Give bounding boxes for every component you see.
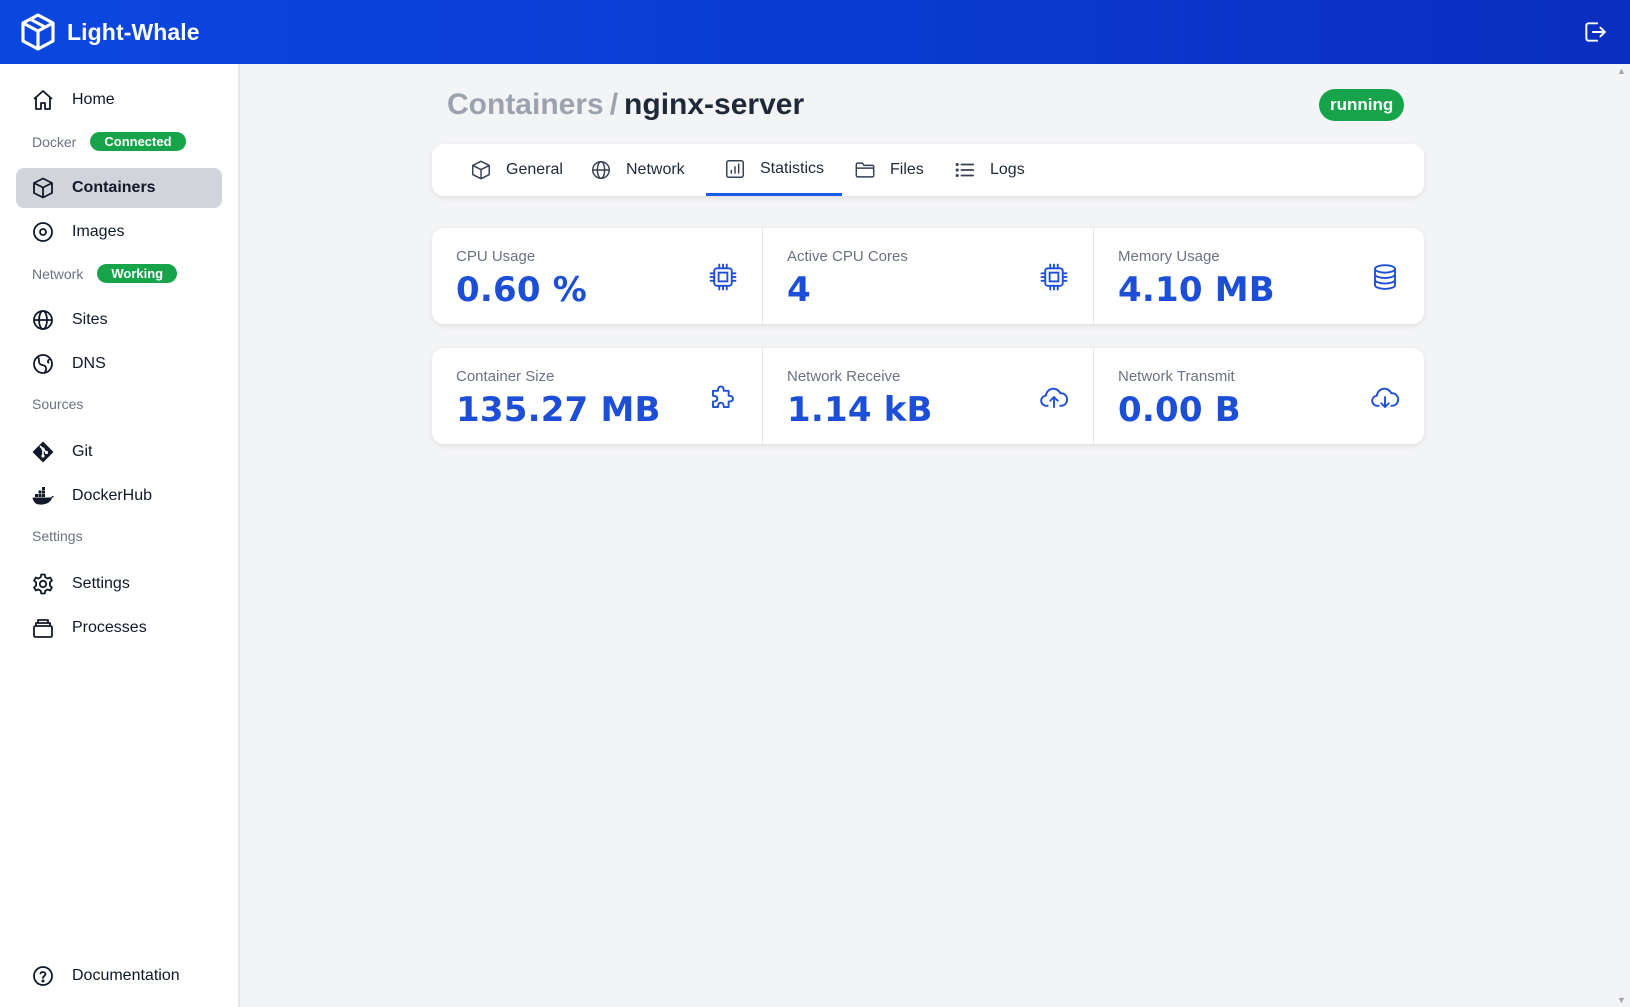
sidebar-item-images[interactable]: Images <box>16 212 222 252</box>
tab-label: Statistics <box>760 159 825 177</box>
section-label: Network <box>32 265 84 282</box>
folder-icon <box>854 159 876 181</box>
sidebar-item-label: Home <box>72 91 115 108</box>
tab-label: General <box>506 161 563 178</box>
settings-section-header: Settings <box>32 528 83 544</box>
stat-value: 4 <box>787 270 811 310</box>
gear-icon <box>31 572 55 596</box>
section-label: Docker <box>32 133 77 150</box>
stats-row: Container Size 135.27 MB Network Receive… <box>432 348 1424 444</box>
stat-value: 0.60 % <box>456 270 587 310</box>
stat-active-cpu-cores: Active CPU Cores 4 <box>763 228 1094 324</box>
home-icon <box>31 88 55 112</box>
sidebar-item-label: Containers <box>72 179 156 196</box>
whale-logo-icon <box>20 13 56 51</box>
cube-icon <box>31 176 55 200</box>
stat-label: Memory Usage <box>1118 248 1220 265</box>
sidebar-item-git[interactable]: Git <box>16 432 222 472</box>
logout-icon[interactable] <box>1582 19 1608 45</box>
breadcrumb-separator: / <box>609 88 619 121</box>
sidebar-item-containers[interactable]: Containers <box>16 168 222 208</box>
stat-value: 4.10 MB <box>1118 270 1275 310</box>
status-badge: running <box>1319 89 1405 121</box>
sidebar-item-home[interactable]: Home <box>16 80 222 120</box>
puzzle-icon <box>708 382 738 412</box>
sidebar-item-label: Settings <box>72 575 130 592</box>
stat-memory-usage: Memory Usage 4.10 MB <box>1094 228 1424 324</box>
stack-icon <box>31 616 55 640</box>
help-circle-icon <box>31 964 55 988</box>
git-icon <box>31 440 55 464</box>
app-name: Light-Whale <box>67 18 200 45</box>
sidebar-item-label: Documentation <box>72 967 180 984</box>
brand[interactable]: Light-Whale <box>20 13 200 51</box>
stat-container-size: Container Size 135.27 MB <box>432 348 763 444</box>
section-label: Sources <box>32 396 84 412</box>
tab-bar: General Network Statistics Files Logs <box>432 144 1424 196</box>
stat-label: Network Receive <box>787 368 901 385</box>
stat-label: CPU Usage <box>456 248 536 265</box>
tab-network[interactable]: Network <box>590 144 685 196</box>
docker-status-badge: Connected <box>90 132 186 151</box>
scroll-down-arrow-icon[interactable]: ▼ <box>1617 995 1626 1005</box>
sidebar-item-label: Processes <box>72 619 147 636</box>
main-content: Containers / nginx-server running General … <box>242 64 1612 1007</box>
sidebar-item-processes[interactable]: Processes <box>16 608 222 648</box>
stat-value: 135.27 MB <box>456 390 661 430</box>
tab-logs[interactable]: Logs <box>954 144 1025 196</box>
tab-statistics[interactable]: Statistics <box>706 144 843 196</box>
breadcrumb: Containers / nginx-server <box>447 88 804 122</box>
list-icon <box>954 159 976 181</box>
vertical-scrollbar[interactable]: ▲ ▼ <box>1612 64 1630 1007</box>
scroll-up-arrow-icon[interactable]: ▲ <box>1617 66 1626 76</box>
disc-icon <box>31 220 55 244</box>
stat-label: Container Size <box>456 368 555 385</box>
network-status-badge: Working <box>97 264 178 283</box>
sidebar-item-sites[interactable]: Sites <box>16 300 222 340</box>
cloud-download-icon <box>1370 382 1400 412</box>
sidebar-item-label: Git <box>72 443 93 460</box>
stat-label: Active CPU Cores <box>787 248 908 265</box>
stat-value: 0.00 B <box>1118 390 1241 430</box>
globe-network-icon <box>31 352 55 376</box>
breadcrumb-parent[interactable]: Containers <box>447 88 604 121</box>
page-title: nginx-server <box>624 88 805 121</box>
tab-files[interactable]: Files <box>854 144 924 196</box>
cube-icon <box>470 159 492 181</box>
stats-row: CPU Usage 0.60 % Active CPU Cores 4 Memo… <box>432 228 1424 324</box>
cpu-chip-icon <box>708 262 738 292</box>
tab-label: Logs <box>990 161 1025 178</box>
sidebar-item-dockerhub[interactable]: DockerHub <box>16 476 222 516</box>
stat-network-transmit: Network Transmit 0.00 B <box>1094 348 1424 444</box>
tab-label: Files <box>890 161 924 178</box>
sidebar-item-label: DockerHub <box>72 487 153 504</box>
tab-label: Network <box>626 161 685 178</box>
sources-section-header: Sources <box>32 396 83 412</box>
network-section-header: Network Working <box>32 264 178 283</box>
sidebar-item-dns[interactable]: DNS <box>16 344 222 384</box>
docker-section-header: Docker Connected <box>32 132 186 151</box>
stat-label: Network Transmit <box>1118 368 1235 385</box>
globe-icon <box>590 159 612 181</box>
cpu-chip-icon <box>1039 262 1069 292</box>
sidebar-item-documentation[interactable]: Documentation <box>16 956 222 996</box>
cloud-upload-icon <box>1039 382 1069 412</box>
sidebar-item-label: Sites <box>72 311 108 328</box>
stat-network-receive: Network Receive 1.14 kB <box>763 348 1094 444</box>
section-label: Settings <box>32 528 83 544</box>
chart-icon <box>724 158 746 180</box>
top-bar: Light-Whale <box>0 0 1630 64</box>
sidebar-item-settings[interactable]: Settings <box>16 564 222 604</box>
globe-icon <box>31 308 55 332</box>
sidebar-item-label: DNS <box>72 355 106 372</box>
sidebar: Home Docker Connected Containers Images … <box>0 64 240 1007</box>
tab-general[interactable]: General <box>470 144 563 196</box>
stat-value: 1.14 kB <box>787 390 933 430</box>
database-icon <box>1370 262 1400 292</box>
docker-whale-icon <box>31 484 55 508</box>
sidebar-item-label: Images <box>72 223 125 240</box>
stat-cpu-usage: CPU Usage 0.60 % <box>432 228 763 324</box>
